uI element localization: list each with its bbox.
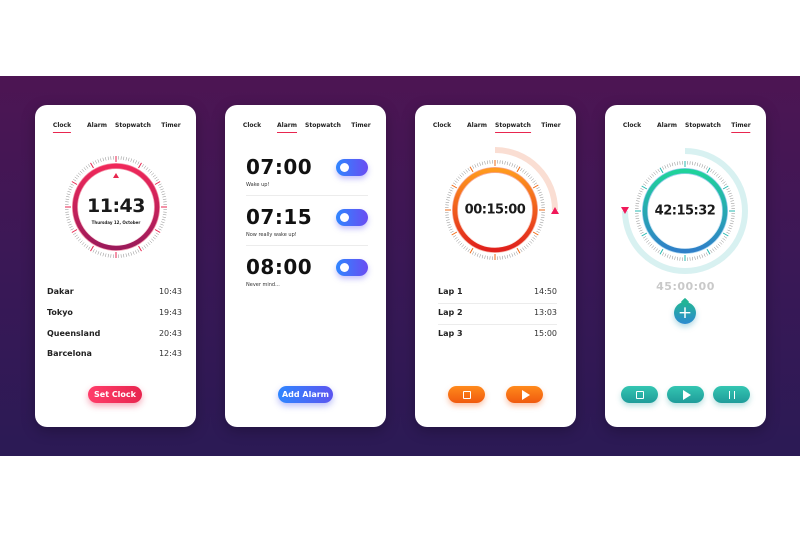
lap-name: Lap 1 (438, 287, 463, 296)
stopwatch-screen-card: Clock Alarm Stopwatch Timer 00:15:00 Lap… (415, 105, 576, 427)
lap-row: Lap 3 15:00 (438, 329, 557, 349)
toggle-knob (340, 263, 349, 272)
alarm-label: Never mind... (246, 282, 280, 288)
city-name: Queensland (47, 329, 101, 338)
tab-alarm[interactable]: Alarm (277, 122, 297, 133)
city-row: Barcelona 12:43 (47, 349, 182, 369)
tab-clock[interactable]: Clock (623, 122, 641, 129)
stop-icon (635, 390, 644, 399)
tab-alarm[interactable]: Alarm (467, 122, 487, 129)
tab-timer[interactable]: Timer (731, 122, 752, 133)
lap-row: Lap 2 13:03 (438, 308, 557, 328)
tab-alarm[interactable]: Alarm (657, 122, 677, 129)
tab-timer[interactable]: Timer (351, 122, 370, 129)
add-alarm-button[interactable]: Add Alarm (278, 386, 333, 403)
toggle-knob (340, 213, 349, 222)
city-time: 10:43 (158, 287, 182, 296)
city-row: Dakar 10:43 (47, 287, 182, 307)
tab-stopwatch[interactable]: Stopwatch (115, 122, 151, 129)
tab-clock[interactable]: Clock (433, 122, 451, 129)
divider (246, 195, 368, 196)
stop-icon (462, 390, 471, 399)
city-name: Tokyo (47, 308, 73, 317)
play-icon (682, 389, 691, 400)
city-time: 19:43 (158, 308, 182, 317)
alarm-label: Wake up! (246, 182, 270, 188)
lap-time: 14:50 (533, 287, 557, 296)
alarm-item: 07:00 Wake up! (246, 155, 368, 195)
stop-button[interactable] (621, 386, 658, 403)
timer-total: 45:00:00 (656, 280, 715, 293)
city-row: Tokyo 19:43 (47, 308, 182, 328)
lap-row: Lap 1 14:50 (438, 287, 557, 307)
alarm-item: 07:15 Now really wake up! (246, 205, 368, 245)
clock-date: Thursday 12, October (91, 220, 141, 225)
lap-name: Lap 2 (438, 308, 463, 317)
play-button[interactable] (506, 386, 543, 403)
lap-time: 15:00 (533, 329, 557, 338)
alarm-time: 08:00 (246, 255, 313, 279)
tab-bar: Clock Alarm Stopwatch Timer (605, 122, 766, 136)
tab-bar: Clock Alarm Stopwatch Timer (225, 122, 386, 136)
stopwatch-time: 00:15:00 (464, 202, 526, 218)
tab-bar: Clock Alarm Stopwatch Timer (415, 122, 576, 136)
city-name: Barcelona (47, 349, 92, 358)
lap-name: Lap 3 (438, 329, 463, 338)
stop-button[interactable] (448, 386, 485, 403)
city-time: 20:43 (158, 329, 182, 338)
city-name: Dakar (47, 287, 74, 296)
plus-icon: + (677, 303, 693, 323)
alarm-time: 07:15 (246, 205, 313, 229)
tab-timer[interactable]: Timer (161, 122, 180, 129)
set-clock-button[interactable]: Set Clock (88, 386, 142, 403)
tab-clock[interactable]: Clock (243, 122, 261, 129)
tab-bar: Clock Alarm Stopwatch Timer (35, 122, 196, 136)
clock-time: 11:43 (87, 195, 145, 217)
alarm-toggle[interactable] (336, 259, 368, 276)
play-button[interactable] (667, 386, 704, 403)
divider (438, 324, 557, 325)
city-row: Queensland 20:43 (47, 329, 182, 349)
lap-time: 13:03 (533, 308, 557, 317)
alarm-time: 07:00 (246, 155, 313, 179)
alarm-toggle[interactable] (336, 159, 368, 176)
timer-time: 42:15:32 (654, 203, 716, 219)
tab-timer[interactable]: Timer (541, 122, 560, 129)
toggle-knob (340, 163, 349, 172)
alarm-item: 08:00 Never mind... (246, 255, 368, 295)
clock-screen-card: Clock Alarm Stopwatch Timer 11:43 Thursd… (35, 105, 196, 427)
pause-button[interactable] (713, 386, 750, 403)
alarm-label: Now really wake up! (246, 232, 297, 238)
tab-stopwatch[interactable]: Stopwatch (495, 122, 531, 133)
play-icon (521, 389, 530, 400)
tab-alarm[interactable]: Alarm (87, 122, 107, 129)
add-timer-button[interactable]: + (674, 302, 696, 324)
tab-stopwatch[interactable]: Stopwatch (685, 122, 721, 129)
alarm-screen-card: Clock Alarm Stopwatch Timer 07:00 Wake u… (225, 105, 386, 427)
pause-icon (728, 390, 735, 399)
timer-screen-card: Clock Alarm Stopwatch Timer 42:15:32 45:… (605, 105, 766, 427)
divider (438, 303, 557, 304)
city-time: 12:43 (158, 349, 182, 358)
divider (246, 245, 368, 246)
tab-clock[interactable]: Clock (52, 122, 72, 133)
tab-stopwatch[interactable]: Stopwatch (305, 122, 341, 129)
alarm-toggle[interactable] (336, 209, 368, 226)
